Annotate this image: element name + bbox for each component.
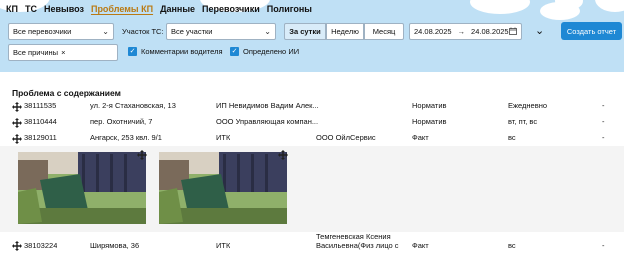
ai-detected-checkbox[interactable]: ✓ Определено ИИ bbox=[230, 47, 299, 56]
period-month-button[interactable]: Месяц bbox=[364, 23, 404, 40]
table-row[interactable]: 38110444 пер. Охотничий, 7 ООО Управляющ… bbox=[0, 117, 624, 129]
date-from: 24.08.2025 bbox=[414, 27, 452, 36]
nav-item-ts[interactable]: ТС bbox=[25, 4, 37, 14]
move-icon[interactable] bbox=[12, 118, 22, 128]
row-schedule: вс bbox=[508, 241, 516, 250]
row-type: Норматив bbox=[412, 117, 447, 126]
row-extra: - bbox=[602, 241, 605, 250]
chevron-down-icon: ⌄ bbox=[264, 27, 271, 36]
checkbox-checked-icon: ✓ bbox=[128, 47, 137, 56]
nav-item-kp[interactable]: КП bbox=[6, 4, 18, 14]
row-owner: ООО Управляющая компан... bbox=[216, 117, 319, 126]
row-type: Норматив bbox=[412, 101, 447, 110]
row-owner: ИП Невидимов Вадим Алек... bbox=[216, 101, 319, 110]
row-schedule: вс bbox=[508, 133, 516, 142]
carrier-select[interactable]: Все перевозчики ⌄ bbox=[8, 23, 114, 40]
row-address: Ширямова, 36 bbox=[90, 241, 140, 250]
cloud-decoration bbox=[595, 0, 624, 12]
period-day-button[interactable]: За сутки bbox=[284, 23, 326, 40]
create-report-button[interactable]: Создать отчет bbox=[561, 22, 622, 40]
move-icon[interactable] bbox=[12, 134, 22, 144]
problem-photo[interactable] bbox=[159, 152, 287, 224]
close-icon[interactable]: × bbox=[61, 48, 65, 57]
ai-detected-label: Определено ИИ bbox=[243, 47, 300, 56]
row-extra: - bbox=[602, 117, 605, 126]
driver-comments-checkbox[interactable]: ✓ Комментарии водителя bbox=[128, 47, 223, 56]
row-address: пер. Охотничий, 7 bbox=[90, 117, 153, 126]
row-type: Факт bbox=[412, 241, 429, 250]
reasons-select[interactable]: Все причины × bbox=[8, 44, 118, 61]
row-owner: ИТК bbox=[216, 133, 231, 142]
period-week-button[interactable]: Неделю bbox=[326, 23, 364, 40]
checkbox-checked-icon: ✓ bbox=[230, 47, 239, 56]
nav-item-carriers[interactable]: Перевозчики bbox=[202, 4, 260, 14]
row-extra: - bbox=[602, 101, 605, 110]
move-icon[interactable] bbox=[12, 102, 22, 112]
row-carrier: ООО ОйлСервис bbox=[316, 133, 376, 142]
driver-comments-label: Комментарии водителя bbox=[141, 47, 223, 56]
date-arrow: → bbox=[457, 27, 466, 36]
cloud-decoration bbox=[470, 0, 530, 14]
row-schedule: Ежедневно bbox=[508, 101, 548, 110]
section-select-value: Все участки bbox=[171, 27, 213, 36]
move-icon[interactable] bbox=[12, 241, 22, 251]
nav-item-data[interactable]: Данные bbox=[160, 4, 195, 14]
row-id: 38129011 bbox=[24, 133, 57, 142]
row-schedule: вт, пт, вс bbox=[508, 117, 538, 126]
table-row[interactable]: 38103224 Ширямова, 36 ИТК Темгеневская К… bbox=[0, 232, 624, 253]
nav-item-nevyvoz[interactable]: Невывоз bbox=[44, 4, 84, 14]
row-id: 38110444 bbox=[24, 117, 57, 126]
problem-photo[interactable] bbox=[18, 152, 146, 224]
row-address: Ангарск, 253 квл. 9/1 bbox=[90, 133, 162, 142]
chevron-down-icon: ⌄ bbox=[102, 27, 109, 36]
nav-item-landfills[interactable]: Полигоны bbox=[267, 4, 312, 14]
carrier-select-value: Все перевозчики bbox=[13, 27, 72, 36]
row-type: Факт bbox=[412, 133, 429, 142]
row-carrier: Васильевна(Физ лицо с bbox=[316, 241, 399, 250]
reasons-tag: Все причины bbox=[13, 48, 59, 57]
row-carrier: Темгеневская Ксения bbox=[316, 232, 391, 241]
section-select[interactable]: Все участки ⌄ bbox=[166, 23, 276, 40]
date-range-picker[interactable]: 24.08.2025 → 24.08.2025 bbox=[409, 23, 522, 40]
main-nav: КП ТС Невывоз Проблемы КП Данные Перевоз… bbox=[6, 4, 312, 14]
move-icon[interactable] bbox=[137, 150, 147, 160]
nav-item-problems-kp[interactable]: Проблемы КП bbox=[91, 4, 153, 14]
chevron-down-icon[interactable]: ⌄ bbox=[535, 24, 544, 37]
row-id: 38111535 bbox=[24, 101, 57, 110]
section-label: Участок ТС: bbox=[122, 27, 164, 36]
calendar-icon bbox=[509, 27, 517, 37]
row-address: ул. 2-я Стахановская, 13 bbox=[90, 101, 176, 110]
move-icon[interactable] bbox=[278, 150, 288, 160]
table-row[interactable]: 38129011 Ангарск, 253 квл. 9/1 ИТК ООО О… bbox=[0, 133, 624, 145]
row-extra: - bbox=[602, 133, 605, 142]
row-owner: ИТК bbox=[216, 241, 231, 250]
date-to: 24.08.2025 bbox=[471, 27, 509, 36]
section-title: Проблема с содержанием bbox=[12, 88, 121, 98]
header-bar: КП ТС Невывоз Проблемы КП Данные Перевоз… bbox=[0, 0, 624, 72]
table-row[interactable]: 38111535 ул. 2-я Стахановская, 13 ИП Нев… bbox=[0, 101, 624, 113]
row-id: 38103224 bbox=[24, 241, 58, 250]
